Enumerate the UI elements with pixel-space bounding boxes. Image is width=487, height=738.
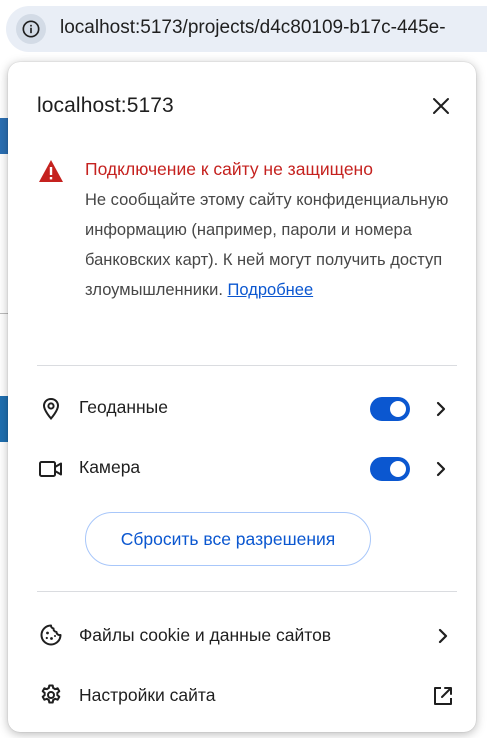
permission-label-camera: Камера (79, 457, 141, 477)
open-in-new-icon (430, 683, 456, 709)
popup-title: localhost:5173 (37, 94, 174, 117)
location-details-button[interactable] (430, 397, 452, 421)
url-text[interactable]: localhost:5173/projects/d4c80109-b17c-44… (60, 17, 446, 39)
cookies-and-site-data-row[interactable]: Файлы cookie и данные сайтов (8, 613, 476, 657)
close-button[interactable] (426, 91, 456, 121)
location-toggle[interactable] (370, 397, 410, 421)
close-icon (433, 98, 449, 114)
cookie-icon (38, 622, 64, 648)
toggle-knob (390, 461, 406, 477)
site-settings-label: Настройки сайта (79, 685, 216, 705)
cookies-label: Файлы cookie и данные сайтов (79, 625, 332, 645)
video-camera-icon (38, 456, 64, 482)
toggle-knob (390, 401, 406, 417)
site-info-button[interactable] (16, 14, 46, 44)
warning-description: Не сообщайте этому сайту конфиденциальну… (85, 185, 460, 305)
permission-label-location: Геоданные (79, 397, 168, 417)
permission-row-location[interactable]: Геоданные (8, 388, 476, 428)
warning-triangle-icon (39, 160, 63, 182)
location-pin-icon (38, 396, 64, 422)
chevron-right-icon (430, 623, 456, 649)
site-info-popup: localhost:5173 Подключение к сайту не за… (8, 62, 476, 732)
page-divider (0, 313, 8, 314)
page-fragment (0, 118, 8, 154)
site-settings-row[interactable]: Настройки сайта (8, 673, 476, 717)
browser-toolbar: localhost:5173/projects/d4c80109-b17c-44… (0, 0, 487, 58)
chevron-right-icon (436, 461, 446, 477)
omnibox[interactable]: localhost:5173/projects/d4c80109-b17c-44… (6, 6, 487, 52)
info-icon (22, 20, 40, 38)
permission-row-camera[interactable]: Камера (8, 448, 476, 488)
chevron-right-icon (436, 401, 446, 417)
camera-details-button[interactable] (430, 457, 452, 481)
section-divider (37, 365, 457, 366)
learn-more-link[interactable]: Подробнее (228, 281, 314, 299)
reset-permissions-button[interactable]: Сбросить все разрешения (85, 512, 371, 566)
gear-icon (38, 682, 64, 708)
section-divider (37, 591, 457, 592)
camera-toggle[interactable] (370, 457, 410, 481)
screen: localhost:5173/projects/d4c80109-b17c-44… (0, 0, 487, 738)
warning-title: Подключение к сайту не защищено (85, 159, 373, 179)
page-fragment-button (0, 396, 8, 442)
